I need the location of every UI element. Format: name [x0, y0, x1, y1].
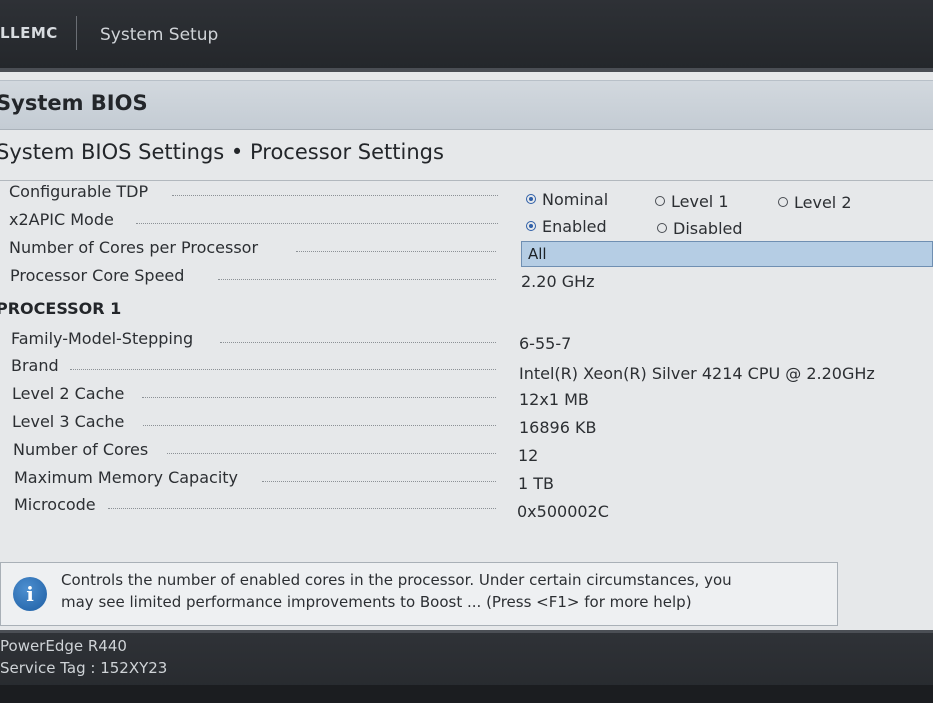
leader-dots: [108, 508, 496, 509]
info-value: 12x1 MB: [519, 390, 589, 409]
radio-tdp-level1[interactable]: Level 1: [655, 192, 729, 211]
info-label: Level 3 Cache: [12, 412, 125, 431]
system-model: PowerEdge R440: [0, 637, 127, 655]
info-label: Microcode: [14, 495, 96, 514]
radio-x2apic-disabled[interactable]: Disabled: [657, 219, 743, 238]
leader-dots: [220, 342, 496, 343]
divider: [0, 180, 933, 181]
leader-dots: [143, 425, 496, 426]
setting-label: x2APIC Mode: [9, 210, 114, 229]
info-row-level3-cache: Level 3 Cache 16896 KB: [0, 412, 933, 438]
setting-label: Number of Cores per Processor: [9, 238, 259, 257]
cores-per-processor-select[interactable]: All: [521, 241, 933, 267]
setting-x2apic-mode: x2APIC Mode Enabled Disabled: [0, 210, 933, 238]
top-bar: LLEMC System Setup: [0, 0, 933, 72]
info-row-level2-cache: Level 2 Cache 12x1 MB: [0, 384, 933, 410]
setting-configurable-tdp: Configurable TDP Nominal Level 1 Level 2: [0, 182, 933, 212]
app-title: System Setup: [100, 25, 219, 45]
footer-bar: PowerEdge R440 Service Tag : 152XY23: [0, 630, 933, 703]
leader-dots: [142, 397, 496, 398]
info-value: 6-55-7: [519, 334, 572, 353]
section-header: System BIOS: [0, 80, 933, 130]
section-title: System BIOS: [0, 91, 148, 115]
info-value: 1 TB: [518, 474, 555, 493]
info-value: 0x500002C: [517, 502, 609, 521]
info-row-family-model-stepping: Family-Model-Stepping 6-55-7: [0, 329, 933, 355]
setting-value: 2.20 GHz: [521, 272, 595, 291]
header-divider: [76, 16, 77, 50]
service-tag: Service Tag : 152XY23: [0, 659, 168, 677]
page-title: System BIOS Settings • Processor Setting…: [0, 140, 444, 164]
info-label: Level 2 Cache: [12, 384, 125, 403]
radio-unselected-icon: [657, 223, 667, 233]
help-text: Controls the number of enabled cores in …: [61, 569, 831, 613]
radio-unselected-icon: [778, 197, 788, 207]
info-icon: i: [13, 577, 47, 611]
info-value: 16896 KB: [519, 418, 597, 437]
info-value: Intel(R) Xeon(R) Silver 4214 CPU @ 2.20G…: [519, 364, 875, 383]
radio-tdp-nominal[interactable]: Nominal: [526, 190, 608, 209]
info-label: Brand: [11, 356, 59, 375]
info-value: 12: [518, 446, 539, 465]
radio-x2apic-enabled[interactable]: Enabled: [526, 217, 607, 236]
info-row-brand: Brand Intel(R) Xeon(R) Silver 4214 CPU @…: [0, 356, 933, 383]
leader-dots: [262, 481, 496, 482]
processor-heading: PROCESSOR 1: [0, 299, 122, 318]
setting-label: Configurable TDP: [9, 182, 149, 201]
radio-unselected-icon: [655, 196, 665, 206]
leader-dots: [218, 279, 496, 280]
leader-dots: [296, 251, 496, 252]
leader-dots: [167, 453, 496, 454]
help-text-line-1: Controls the number of enabled cores in …: [61, 571, 732, 589]
leader-dots: [70, 369, 496, 370]
radio-selected-icon: [526, 194, 536, 204]
info-label: Family-Model-Stepping: [11, 329, 194, 348]
help-text-line-2: may see limited performance improvements…: [61, 593, 692, 611]
leader-dots: [172, 195, 498, 196]
info-label: Number of Cores: [13, 440, 149, 459]
setting-core-speed: Processor Core Speed 2.20 GHz: [0, 266, 933, 292]
info-row-max-memory: Maximum Memory Capacity 1 TB: [0, 468, 933, 494]
info-row-number-of-cores: Number of Cores 12: [0, 440, 933, 466]
setting-label: Processor Core Speed: [10, 266, 185, 285]
select-value: All: [528, 245, 547, 263]
info-row-microcode: Microcode 0x500002C: [0, 495, 933, 521]
info-label: Maximum Memory Capacity: [14, 468, 238, 487]
help-panel: i Controls the number of enabled cores i…: [0, 562, 838, 626]
leader-dots: [136, 223, 498, 224]
brand-logo: LLEMC: [0, 24, 58, 42]
footer-strip: [0, 685, 933, 703]
radio-selected-icon: [526, 221, 536, 231]
